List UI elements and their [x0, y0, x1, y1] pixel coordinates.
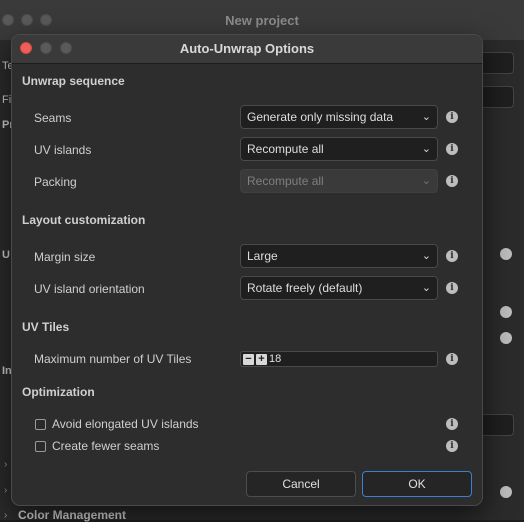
uv-islands-select-value: Recompute all [247, 142, 324, 156]
chevron-down-icon: ⌄ [421, 143, 431, 155]
uv-islands-label: UV islands [34, 143, 92, 157]
seams-select-value: Generate only missing data [247, 110, 394, 124]
max-uv-tiles-label: Maximum number of UV Tiles [34, 352, 192, 366]
avoid-elongated-label[interactable]: Avoid elongated UV islands [52, 417, 199, 431]
chevron-down-icon: ⌄ [421, 282, 431, 294]
fewer-seams-label[interactable]: Create fewer seams [52, 439, 159, 453]
section-unwrap-sequence: Unwrap sequence [22, 74, 125, 88]
dialog-title: Auto-Unwrap Options [179, 41, 315, 56]
bg-chevron-right-icon[interactable]: › [4, 459, 7, 470]
section-layout-customization: Layout customization [22, 213, 146, 227]
bg-label-fi: Fi [2, 94, 12, 106]
chevron-down-icon: ⌄ [421, 250, 431, 262]
margin-size-select[interactable]: Large ⌄ [240, 244, 438, 268]
seams-select[interactable]: Generate only missing data ⌄ [240, 105, 438, 129]
info-icon[interactable]: i [446, 250, 458, 262]
bg-info-icon[interactable] [500, 486, 512, 498]
packing-select-value: Recompute all [247, 174, 324, 188]
dialog-titlebar: Auto-Unwrap Options [12, 35, 482, 64]
margin-size-label: Margin size [34, 250, 96, 264]
packing-label: Packing [34, 175, 77, 189]
bg-label-u: U [2, 249, 10, 261]
info-icon[interactable]: i [446, 418, 458, 430]
margin-size-select-value: Large [247, 249, 278, 263]
minus-icon[interactable]: − [243, 353, 254, 365]
info-icon[interactable]: i [446, 175, 458, 187]
background-window-title: New project [225, 13, 299, 28]
uv-islands-select[interactable]: Recompute all ⌄ [240, 137, 438, 161]
info-icon[interactable]: i [446, 143, 458, 155]
bg-chevron-right-icon[interactable]: › [4, 485, 7, 496]
uv-island-orientation-select-value: Rotate freely (default) [247, 281, 363, 295]
chevron-down-icon: ⌄ [421, 175, 431, 187]
uv-island-orientation-label: UV island orientation [34, 282, 145, 296]
chevron-down-icon: ⌄ [421, 111, 431, 123]
info-icon[interactable]: i [446, 353, 458, 365]
auto-unwrap-dialog: Auto-Unwrap Options Unwrap sequence Seam… [11, 34, 483, 506]
info-icon[interactable]: i [446, 282, 458, 294]
plus-icon[interactable]: + [256, 353, 267, 365]
avoid-elongated-checkbox[interactable] [35, 419, 46, 430]
packing-select[interactable]: Recompute all ⌄ [240, 169, 438, 193]
fewer-seams-checkbox[interactable] [35, 441, 46, 452]
info-icon[interactable]: i [446, 111, 458, 123]
info-icon[interactable]: i [446, 440, 458, 452]
cancel-button[interactable]: Cancel [246, 471, 356, 497]
max-uv-tiles-value[interactable]: 18 [269, 353, 281, 365]
section-uv-tiles: UV Tiles [22, 320, 70, 334]
seams-label: Seams [34, 111, 72, 125]
ok-button[interactable]: OK [362, 471, 472, 497]
bg-info-icon[interactable] [500, 306, 512, 318]
bg-info-icon[interactable] [500, 332, 512, 344]
section-optimization: Optimization [22, 385, 95, 399]
uv-island-orientation-select[interactable]: Rotate freely (default) ⌄ [240, 276, 438, 300]
max-uv-tiles-stepper[interactable]: − + 18 [240, 351, 438, 367]
bg-info-icon[interactable] [500, 248, 512, 260]
bg-chevron-right-icon[interactable]: › [4, 510, 7, 521]
